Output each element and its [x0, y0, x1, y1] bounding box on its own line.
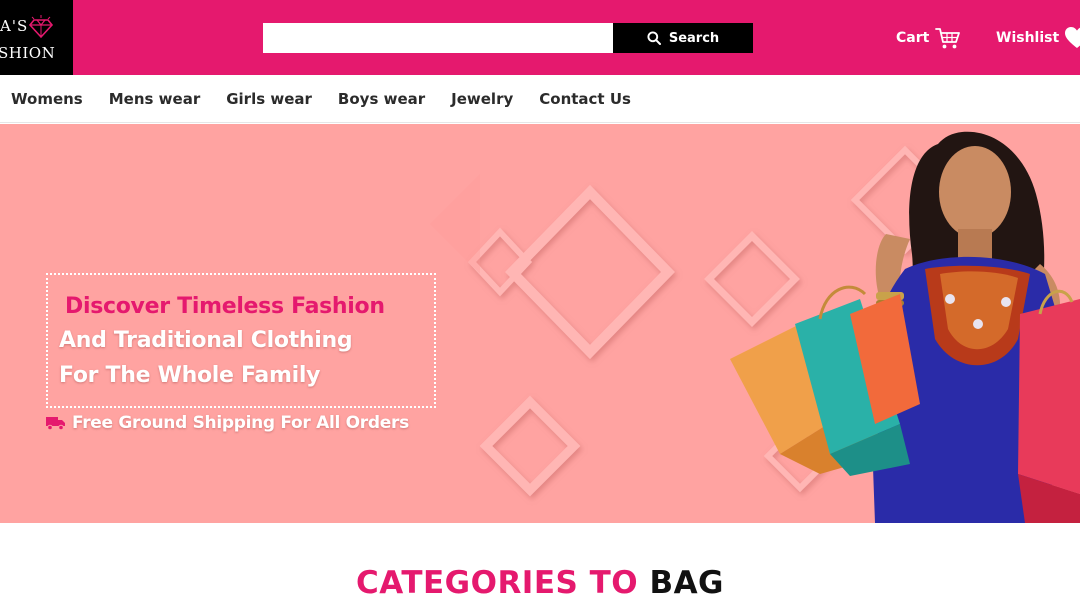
nav-item-jewelry[interactable]: Jewelry: [451, 90, 513, 108]
truck-icon: [46, 417, 65, 431]
cart-icon: [935, 28, 961, 49]
nav-item-womens[interactable]: Womens: [11, 90, 83, 108]
search-input[interactable]: [263, 23, 613, 53]
nav-item-mens-wear[interactable]: Mens wear: [109, 90, 200, 108]
cart-link[interactable]: Cart: [896, 24, 961, 52]
search-button-label: Search: [668, 30, 720, 46]
categories-heading: CATEGORIES TO BAG: [0, 565, 1080, 601]
free-shipping-note: Free Ground Shipping For All Orders: [46, 413, 409, 433]
cart-label: Cart: [896, 30, 930, 46]
top-header: A'S SHION Search Cart Wishlist: [0, 0, 1080, 75]
nav-item-contact-us[interactable]: Contact Us: [539, 90, 631, 108]
heart-icon: [1065, 27, 1080, 48]
model-with-shopping-bags-image: [730, 131, 1080, 523]
search-icon: [647, 31, 661, 45]
main-nav: Womens Mens wear Girls wear Boys wear Je…: [0, 75, 1080, 123]
categories-heading-part2: BAG: [649, 565, 725, 601]
hero-subtitle-line-1: And Traditional Clothing: [59, 328, 353, 353]
free-shipping-text: Free Ground Shipping For All Orders: [72, 413, 409, 433]
promo-text-box: Discover Timeless Fashion And Traditiona…: [46, 273, 436, 408]
search-button[interactable]: Search: [613, 23, 753, 53]
wishlist-label: Wishlist: [996, 30, 1060, 46]
wishlist-link[interactable]: Wishlist: [996, 24, 1080, 52]
logo-text-line1: A'S: [0, 17, 29, 35]
diamond-icon: [28, 15, 54, 39]
brand-logo[interactable]: A'S SHION: [0, 0, 73, 75]
hero-title: Discover Timeless Fashion: [65, 294, 385, 319]
hero-banner: Discover Timeless Fashion And Traditiona…: [0, 124, 1080, 523]
nav-item-boys-wear[interactable]: Boys wear: [338, 90, 425, 108]
hero-subtitle-line-2: For The Whole Family: [59, 363, 321, 388]
nav-item-girls-wear[interactable]: Girls wear: [226, 90, 312, 108]
categories-heading-part1: CATEGORIES TO: [355, 565, 639, 601]
logo-text-line2: SHION: [0, 44, 56, 62]
